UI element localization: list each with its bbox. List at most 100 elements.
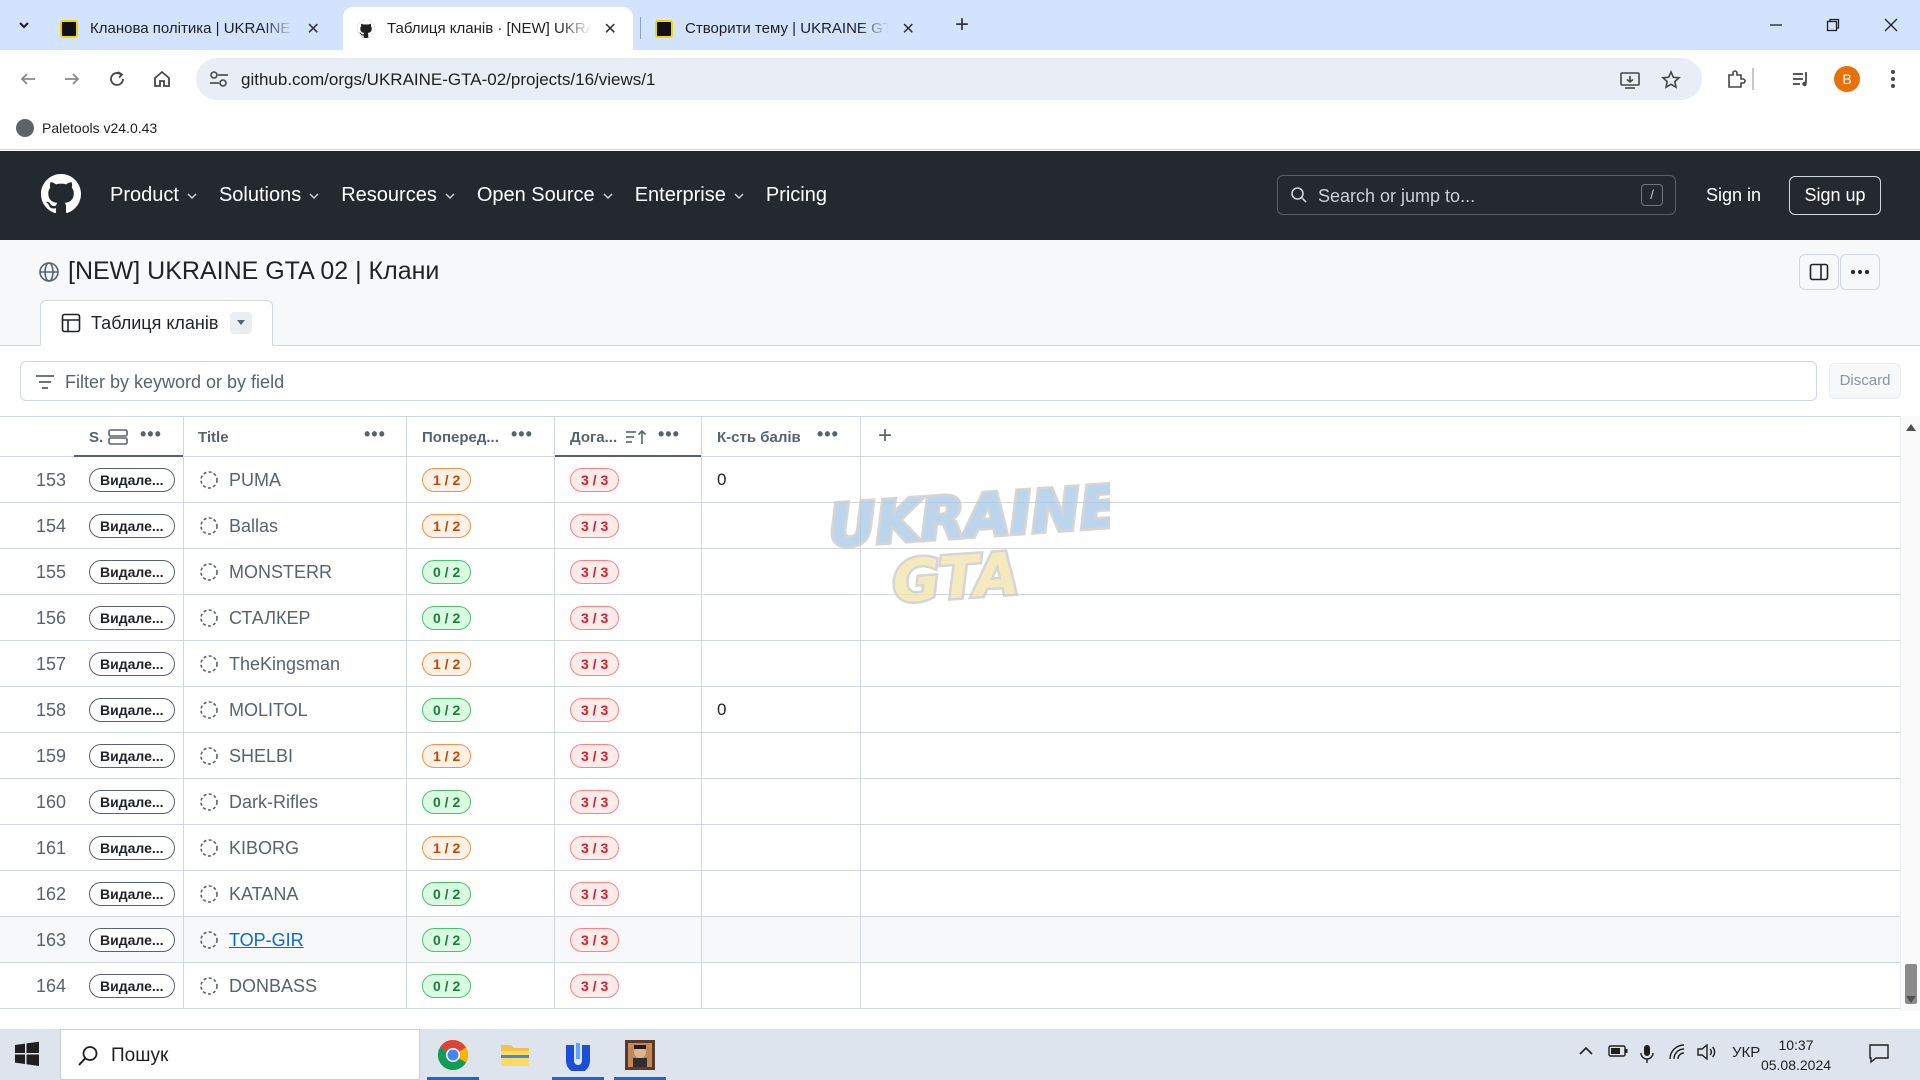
windows-start-icon[interactable]: [14, 1041, 40, 1067]
forward-button[interactable]: [57, 64, 87, 94]
url-text[interactable]: github.com/orgs/UKRAINE-GTA-02/projects/…: [241, 70, 655, 90]
table-row[interactable]: 156 Видале... СТАЛКЕР 0 / 2 3 / 3: [0, 595, 1900, 641]
nav-enterprise[interactable]: Enterprise: [635, 184, 744, 207]
taskbar-game[interactable]: [610, 1029, 670, 1080]
table-row[interactable]: 159 Видале... SHELBI 1 / 2 3 / 3: [0, 733, 1900, 779]
group-icon[interactable]: [108, 429, 128, 445]
table-row[interactable]: 153 Видале... PUMA 1 / 2 3 / 3 0: [0, 457, 1900, 503]
status-badge[interactable]: Видале...: [89, 744, 175, 768]
status-badge[interactable]: Видале...: [89, 790, 175, 814]
status-badge[interactable]: Видале...: [89, 514, 175, 538]
warnings-cell[interactable]: 0 / 2: [407, 687, 555, 733]
discard-button[interactable]: Discard: [1829, 363, 1901, 399]
add-column-button[interactable]: +: [878, 424, 892, 448]
status-cell[interactable]: Видале...: [74, 687, 184, 733]
status-badge[interactable]: Видале...: [89, 606, 175, 630]
points-cell[interactable]: [702, 503, 861, 549]
contracts-cell[interactable]: 3 / 3: [555, 963, 702, 1009]
notifications-button[interactable]: [1868, 1042, 1890, 1069]
clan-title[interactable]: MOLITOL: [229, 700, 308, 721]
title-cell[interactable]: TheKingsman: [184, 641, 407, 687]
column-menu-icon[interactable]: •••: [511, 425, 533, 443]
table-row[interactable]: 162 Видале... KATANA 0 / 2 3 / 3: [0, 871, 1900, 917]
browser-tab-1[interactable]: Кланова політика | UKRAINE G ✕: [46, 7, 336, 50]
title-cell[interactable]: DONBASS: [184, 963, 407, 1009]
microphone-icon[interactable]: [1640, 1044, 1654, 1069]
title-cell[interactable]: MONSTERR: [184, 549, 407, 595]
column-header-status[interactable]: S. •••: [74, 417, 184, 458]
volume-icon[interactable]: [1697, 1043, 1717, 1065]
clan-title[interactable]: SHELBI: [229, 746, 293, 767]
status-cell[interactable]: Видале...: [74, 871, 184, 917]
contracts-cell[interactable]: 3 / 3: [555, 687, 702, 733]
title-cell[interactable]: СТАЛКЕР: [184, 595, 407, 641]
points-cell[interactable]: [702, 641, 861, 687]
table-row[interactable]: 163 Видале... TOP-GIR 0 / 2 3 / 3: [0, 917, 1900, 963]
profile-avatar[interactable]: B: [1834, 66, 1860, 92]
nav-resources[interactable]: Resources: [341, 184, 455, 207]
table-row[interactable]: 154 Видале... Ballas 1 / 2 3 / 3: [0, 503, 1900, 549]
table-row[interactable]: 160 Видале... Dark-Rifles 0 / 2 3 / 3: [0, 779, 1900, 825]
nav-solutions[interactable]: Solutions: [219, 184, 319, 207]
status-badge[interactable]: Видале...: [89, 652, 175, 676]
project-menu-button[interactable]: [1840, 254, 1880, 290]
table-row[interactable]: 157 Видале... TheKingsman 1 / 2 3 / 3: [0, 641, 1900, 687]
column-header-warnings[interactable]: Поперед... •••: [407, 417, 555, 457]
browser-tab-3[interactable]: Створити тему | UKRAINE GTA ✕: [641, 7, 931, 50]
column-header-points[interactable]: К-сть балів •••: [702, 417, 861, 457]
show-hidden-icons-button[interactable]: [1578, 1044, 1594, 1062]
contracts-cell[interactable]: 3 / 3: [555, 871, 702, 917]
contracts-cell[interactable]: 3 / 3: [555, 503, 702, 549]
points-cell[interactable]: [702, 917, 861, 963]
home-button[interactable]: [147, 64, 177, 94]
taskbar-file-explorer[interactable]: [485, 1029, 545, 1080]
status-cell[interactable]: Видале...: [74, 917, 184, 963]
chrome-menu-button[interactable]: [1878, 64, 1908, 94]
tab-search-button[interactable]: [10, 12, 38, 38]
sort-ascending-icon[interactable]: [625, 429, 647, 445]
scroll-up-arrow-icon[interactable]: [1906, 424, 1916, 431]
close-tab-icon[interactable]: ✕: [601, 19, 619, 39]
bookmark-star-icon[interactable]: [1659, 68, 1683, 92]
scroll-down-arrow-icon[interactable]: [1906, 996, 1916, 1003]
contracts-cell[interactable]: 3 / 3: [555, 595, 702, 641]
warnings-cell[interactable]: 1 / 2: [407, 457, 555, 503]
points-cell[interactable]: [702, 595, 861, 641]
clan-title[interactable]: KATANA: [229, 884, 298, 905]
status-cell[interactable]: Видале...: [74, 641, 184, 687]
column-menu-icon[interactable]: •••: [817, 425, 839, 443]
media-controls-button[interactable]: [1786, 64, 1816, 94]
restore-button[interactable]: [1810, 10, 1856, 40]
contracts-cell[interactable]: 3 / 3: [555, 779, 702, 825]
status-badge[interactable]: Видале...: [89, 882, 175, 906]
contracts-cell[interactable]: 3 / 3: [555, 825, 702, 871]
close-tab-icon[interactable]: ✕: [304, 19, 322, 39]
taskbar-app-launcher[interactable]: [548, 1029, 608, 1080]
warnings-cell[interactable]: 0 / 2: [407, 549, 555, 595]
table-row[interactable]: 158 Видале... MOLITOL 0 / 2 3 / 3 0: [0, 687, 1900, 733]
title-cell[interactable]: Ballas: [184, 503, 407, 549]
status-cell[interactable]: Видале...: [74, 457, 184, 503]
clan-title[interactable]: Dark-Rifles: [229, 792, 318, 813]
contracts-cell[interactable]: 3 / 3: [555, 917, 702, 963]
status-cell[interactable]: Видале...: [74, 779, 184, 825]
clan-title[interactable]: KIBORG: [229, 838, 299, 859]
status-badge[interactable]: Видале...: [89, 928, 175, 952]
column-menu-icon[interactable]: •••: [658, 425, 680, 443]
contracts-cell[interactable]: 3 / 3: [555, 733, 702, 779]
points-cell[interactable]: 0: [702, 687, 861, 733]
points-cell[interactable]: [702, 549, 861, 595]
title-cell[interactable]: MOLITOL: [184, 687, 407, 733]
status-badge[interactable]: Видале...: [89, 560, 175, 584]
close-window-button[interactable]: [1868, 10, 1914, 40]
clan-title[interactable]: PUMA: [229, 470, 281, 491]
clan-title[interactable]: Ballas: [229, 516, 278, 537]
filter-input[interactable]: Filter by keyword or by field: [20, 361, 1817, 401]
clan-title[interactable]: СТАЛКЕР: [229, 608, 311, 629]
address-bar[interactable]: github.com/orgs/UKRAINE-GTA-02/projects/…: [196, 58, 1702, 100]
warnings-cell[interactable]: 1 / 2: [407, 503, 555, 549]
contracts-cell[interactable]: 3 / 3: [555, 457, 702, 503]
status-badge[interactable]: Видале...: [89, 468, 175, 492]
clan-title[interactable]: TOP-GIR: [229, 930, 304, 951]
wifi-icon[interactable]: [1668, 1044, 1688, 1065]
